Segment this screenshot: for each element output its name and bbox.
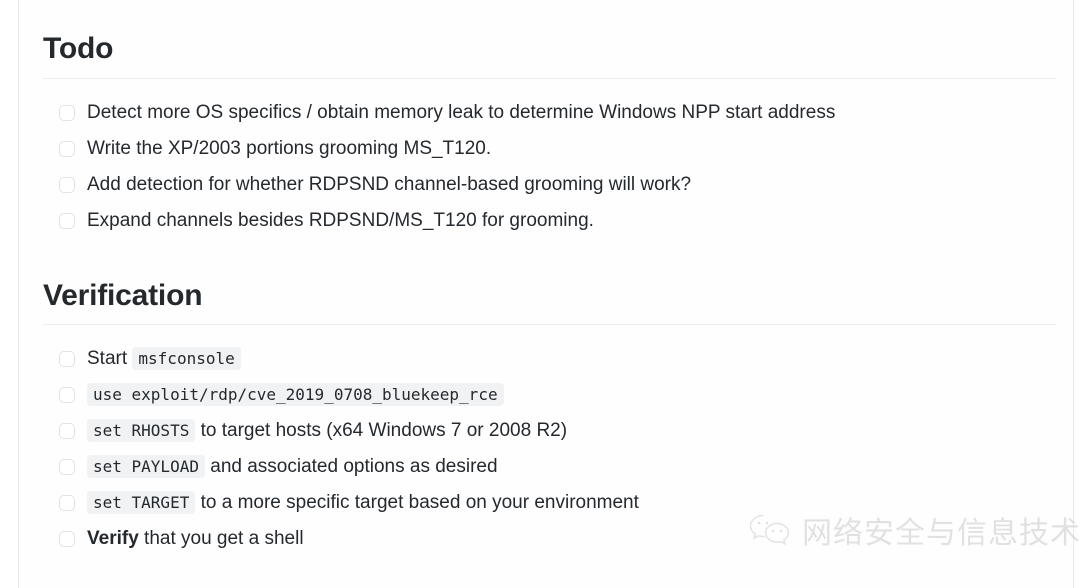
section-heading: Todo <box>43 32 114 65</box>
inline-code: use exploit/rdp/cve_2019_0708_bluekeep_r… <box>87 383 504 406</box>
plain-text: Add detection for whether RDPSND channel… <box>87 173 692 195</box>
task-label: Start msfconsole <box>87 341 241 377</box>
task-checkbox[interactable] <box>59 104 75 121</box>
task-label: Verify that you get a shell <box>87 521 304 557</box>
task-list-item[interactable]: Verify that you get a shell <box>59 521 1056 557</box>
task-list-item[interactable]: set TARGET to a more specific target bas… <box>59 485 1056 521</box>
task-list-item[interactable]: set RHOSTS to target hosts (x64 Windows … <box>59 413 1056 449</box>
task-checkbox[interactable] <box>59 140 75 157</box>
inline-code: set RHOSTS <box>87 419 196 442</box>
plain-text: Detect more OS specifics / obtain memory… <box>87 101 836 123</box>
task-list-item[interactable]: use exploit/rdp/cve_2019_0708_bluekeep_r… <box>59 377 1056 413</box>
plain-text: and associated options as desired <box>204 456 498 477</box>
plain-text: Write the XP/2003 portions grooming MS_T… <box>87 137 492 159</box>
task-checkbox[interactable] <box>59 495 75 511</box>
section-heading: Verification <box>43 278 203 312</box>
task-list-item[interactable]: Write the XP/2003 portions grooming MS_T… <box>59 131 1056 167</box>
task-list-item[interactable]: Start msfconsole <box>59 341 1056 377</box>
task-checkbox[interactable] <box>59 351 75 367</box>
section-verification: Verification Start msfconsole use exploit/… <box>43 239 1056 558</box>
inline-code: set PAYLOAD <box>87 455 205 478</box>
task-label: set RHOSTS to target hosts (x64 Windows … <box>87 413 567 449</box>
inline-code: set TARGET <box>87 491 196 514</box>
plain-text: to a more specific target based on your … <box>195 492 639 513</box>
plain-text: that you get a shell <box>138 528 304 549</box>
inline-code: msfconsole <box>132 347 241 370</box>
section-todo: Todo Detect more OS specifics / obtain me… <box>43 0 1056 239</box>
task-label: Detect more OS specifics / obtain memory… <box>87 95 835 131</box>
task-list: Start msfconsole use exploit/rdp/cve_2019… <box>43 325 1056 557</box>
plain-text: to target hosts (x64 Windows 7 or 2008 R… <box>195 420 568 441</box>
task-checkbox[interactable] <box>59 176 75 193</box>
task-label: use exploit/rdp/cve_2019_0708_bluekeep_r… <box>87 377 504 413</box>
task-list-item[interactable]: Expand channels besides RDPSND/MS_T120 f… <box>59 203 1056 239</box>
document-body: Todo Detect more OS specifics / obtain me… <box>43 0 1056 557</box>
emphasis-text: Verify <box>87 528 139 549</box>
task-label: Expand channels besides RDPSND/MS_T120 f… <box>87 203 594 239</box>
task-list-item[interactable]: Detect more OS specifics / obtain memory… <box>59 95 1056 131</box>
document-frame: Todo Detect more OS specifics / obtain me… <box>18 0 1074 588</box>
task-list-item[interactable]: Add detection for whether RDPSND channel… <box>59 167 1056 203</box>
task-checkbox[interactable] <box>59 212 75 229</box>
task-label: Add detection for whether RDPSND channel… <box>87 167 691 203</box>
task-checkbox[interactable] <box>59 387 75 403</box>
task-label: Write the XP/2003 portions grooming MS_T… <box>87 131 491 167</box>
task-checkbox[interactable] <box>59 531 75 547</box>
plain-text: Start <box>87 348 133 369</box>
task-list: Detect more OS specifics / obtain memory… <box>43 79 1056 239</box>
task-list-item[interactable]: set PAYLOAD and associated options as de… <box>59 449 1056 485</box>
task-checkbox[interactable] <box>59 459 75 475</box>
plain-text: Expand channels besides RDPSND/MS_T120 f… <box>87 209 594 231</box>
task-label: set TARGET to a more specific target bas… <box>87 485 639 521</box>
task-label: set PAYLOAD and associated options as de… <box>87 449 498 485</box>
task-checkbox[interactable] <box>59 423 75 439</box>
